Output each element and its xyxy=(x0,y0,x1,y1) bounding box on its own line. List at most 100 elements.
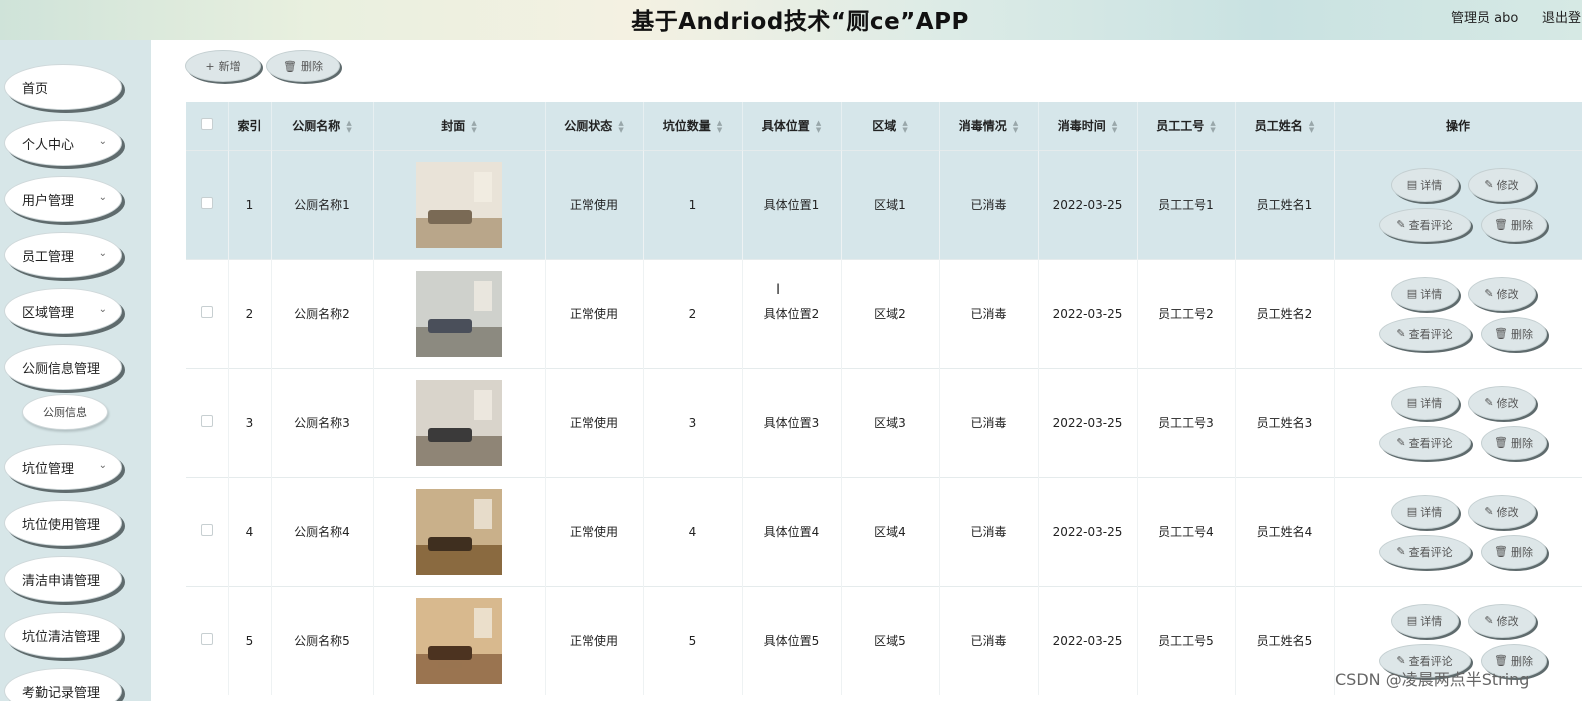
edit-button[interactable]: ✎ 修改 xyxy=(1467,276,1536,311)
view-reviews-button-label: 查看评论 xyxy=(1408,545,1453,559)
logout-link[interactable]: 退出登 xyxy=(1542,7,1581,26)
sort-icon[interactable]: ▲ ▼ xyxy=(1309,119,1314,134)
sidebar-item-profile[interactable]: 个人中心 ⌄ xyxy=(4,120,122,166)
delete-button-label: 删除 xyxy=(1510,436,1533,450)
chevron-down-icon: ⌄ xyxy=(98,248,107,259)
delete-button[interactable]: 🗑 删除 xyxy=(1480,207,1547,242)
delete-button[interactable]: 🗑 删除 xyxy=(1480,316,1547,351)
detail-button[interactable]: ▤ 详情 xyxy=(1390,167,1459,202)
add-button[interactable]: + 新增 xyxy=(185,50,261,82)
sort-icon[interactable]: ▲ ▼ xyxy=(1013,119,1018,134)
pencil-icon: ✎ xyxy=(1396,327,1406,340)
edit-button[interactable]: ✎ 修改 xyxy=(1467,167,1536,202)
cell-cover xyxy=(373,258,546,368)
cell-disinfect: 已消毒 xyxy=(939,476,1039,586)
row-checkbox[interactable] xyxy=(200,415,213,427)
detail-button[interactable]: ▤ 详情 xyxy=(1390,494,1459,529)
row-checkbox[interactable] xyxy=(200,524,213,536)
sidebar-item-attendance[interactable]: 考勤记录管理 xyxy=(4,668,122,701)
row-checkbox[interactable] xyxy=(200,306,213,318)
sidebar-item-users[interactable]: 用户管理 ⌄ xyxy=(4,176,122,222)
view-reviews-button[interactable]: ✎ 查看评论 xyxy=(1378,207,1471,242)
document-icon: ▤ xyxy=(1406,287,1418,300)
sidebar-item-stall-usage[interactable]: 坑位使用管理 xyxy=(4,500,122,546)
row-checkbox[interactable] xyxy=(200,633,213,646)
sidebar-item-home[interactable]: 首页 xyxy=(4,64,122,110)
table-row[interactable]: 4 公厕名称4 正常使用 4 具体位置4 区域4 已消毒 2022-03-25 员工工号4 员工姓… xyxy=(186,476,1582,586)
delete-button-label: 删除 xyxy=(1510,327,1533,341)
cell-location: 具体位置5 xyxy=(742,585,842,695)
cell-count: 5 xyxy=(643,585,743,695)
detail-button[interactable]: ▤ 详情 xyxy=(1390,385,1459,420)
col-header-time[interactable]: 消毒时间 ▲ ▼ xyxy=(1038,102,1138,150)
cell-actions: ▤ 详情 ✎ 修改 ✎ 查看评论 🗑 删除 xyxy=(1334,258,1582,368)
view-reviews-button[interactable]: ✎ 查看评论 xyxy=(1378,316,1471,351)
col-header-name[interactable]: 公厕名称 ▲ ▼ xyxy=(271,102,374,150)
view-reviews-button[interactable]: ✎ 查看评论 xyxy=(1378,534,1471,569)
chevron-down-icon: ⌄ xyxy=(98,192,107,203)
col-header-disinfect[interactable]: 消毒情况 ▲ ▼ xyxy=(939,102,1039,150)
edit-button-label: 修改 xyxy=(1496,614,1519,628)
top-header: 基于Andriod技术“厕ce”APP 管理员 abo 退出登 xyxy=(0,0,1582,40)
view-reviews-button-label: 查看评论 xyxy=(1408,218,1453,232)
delete-button[interactable]: 🗑 删除 xyxy=(1480,534,1547,569)
col-header-emp-no[interactable]: 员工工号 ▲ ▼ xyxy=(1137,102,1236,150)
cell-disinfect: 已消毒 xyxy=(939,367,1039,477)
detail-button[interactable]: ▤ 详情 xyxy=(1390,603,1459,638)
sort-icon[interactable]: ▲ ▼ xyxy=(816,119,821,134)
cover-image[interactable] xyxy=(416,379,502,466)
sort-icon[interactable]: ▲ ▼ xyxy=(717,119,722,134)
edit-button[interactable]: ✎ 修改 xyxy=(1467,494,1536,529)
cover-image[interactable] xyxy=(416,161,502,248)
sidebar-item-toilet-info[interactable]: 公厕信息管理 xyxy=(4,344,122,390)
sidebar-subitem-toilet-info[interactable]: 公厕信息 xyxy=(22,394,108,430)
pencil-icon: ✎ xyxy=(1484,614,1494,627)
sidebar-item-stalls[interactable]: 坑位管理 ⌄ xyxy=(4,444,122,490)
cover-image[interactable] xyxy=(416,270,502,357)
sort-icon[interactable]: ▲ ▼ xyxy=(902,119,907,134)
sort-icon[interactable]: ▲ ▼ xyxy=(346,119,351,134)
delete-button-label: 删除 xyxy=(300,60,323,73)
sidebar-item-label: 坑位清洁管理 xyxy=(22,629,101,645)
sort-icon[interactable]: ▲ ▼ xyxy=(1210,119,1215,134)
sidebar-item-areas[interactable]: 区域管理 ⌄ xyxy=(4,288,122,334)
cell-status: 正常使用 xyxy=(545,585,644,695)
bulk-delete-button[interactable]: 🗑 删除 xyxy=(266,50,340,82)
sort-icon[interactable]: ▲ ▼ xyxy=(471,119,476,134)
sidebar-item-stall-cleaning[interactable]: 坑位清洁管理 xyxy=(4,612,122,658)
table-row[interactable]: 1 公厕名称1 正常使用 1 具体位置1 区域1 已消毒 2022-03-25 员工工号1 员工姓… xyxy=(186,149,1582,259)
cover-image[interactable] xyxy=(416,597,502,684)
sort-icon[interactable]: ▲ ▼ xyxy=(1112,119,1117,134)
view-reviews-button[interactable]: ✎ 查看评论 xyxy=(1378,425,1471,460)
col-header-location[interactable]: 具体位置 ▲ ▼ xyxy=(742,102,842,150)
sort-icon[interactable]: ▲ ▼ xyxy=(618,119,623,134)
select-all-checkbox[interactable] xyxy=(200,118,213,131)
table-row[interactable]: 2 公厕名称2 正常使用 2 具体位置2 区域2 已消毒 2022-03-25 员工工号2 员工姓… xyxy=(186,258,1582,368)
sidebar-item-cleaning-requests[interactable]: 清洁申请管理 xyxy=(4,556,122,602)
col-header-emp-name[interactable]: 员工姓名 ▲ ▼ xyxy=(1235,102,1335,150)
pencil-icon: ✎ xyxy=(1396,218,1406,231)
col-header-status[interactable]: 公厕状态 ▲ ▼ xyxy=(545,102,644,150)
cell-cover xyxy=(373,149,546,259)
detail-button[interactable]: ▤ 详情 xyxy=(1390,276,1459,311)
col-header-area[interactable]: 区域 ▲ ▼ xyxy=(841,102,940,150)
col-header-count[interactable]: 坑位数量 ▲ ▼ xyxy=(643,102,743,150)
table-row[interactable]: 3 公厕名称3 正常使用 3 具体位置3 区域3 已消毒 2022-03-25 员工工号3 员工姓… xyxy=(186,367,1582,477)
cell-area: 区域3 xyxy=(841,367,940,477)
cell-status: 正常使用 xyxy=(545,367,644,477)
sidebar-item-staff[interactable]: 员工管理 ⌄ xyxy=(4,232,122,278)
cell-area: 区域4 xyxy=(841,476,940,586)
cell-index: 2 xyxy=(228,258,272,368)
row-checkbox[interactable] xyxy=(200,197,213,209)
pencil-icon: ✎ xyxy=(1484,287,1494,300)
text-cursor-icon: I xyxy=(776,282,781,298)
edit-button[interactable]: ✎ 修改 xyxy=(1467,385,1536,420)
delete-button[interactable]: 🗑 删除 xyxy=(1480,425,1547,460)
col-header-cover[interactable]: 封面 ▲ ▼ xyxy=(373,102,546,150)
sidebar-item-label: 首页 xyxy=(22,81,49,97)
sidebar-item-label: 公厕信息管理 xyxy=(22,361,101,377)
cell-emp-name: 员工姓名3 xyxy=(1235,367,1335,477)
current-user: 管理员 abo xyxy=(1451,11,1519,26)
edit-button[interactable]: ✎ 修改 xyxy=(1467,603,1536,638)
cover-image[interactable] xyxy=(416,488,502,575)
